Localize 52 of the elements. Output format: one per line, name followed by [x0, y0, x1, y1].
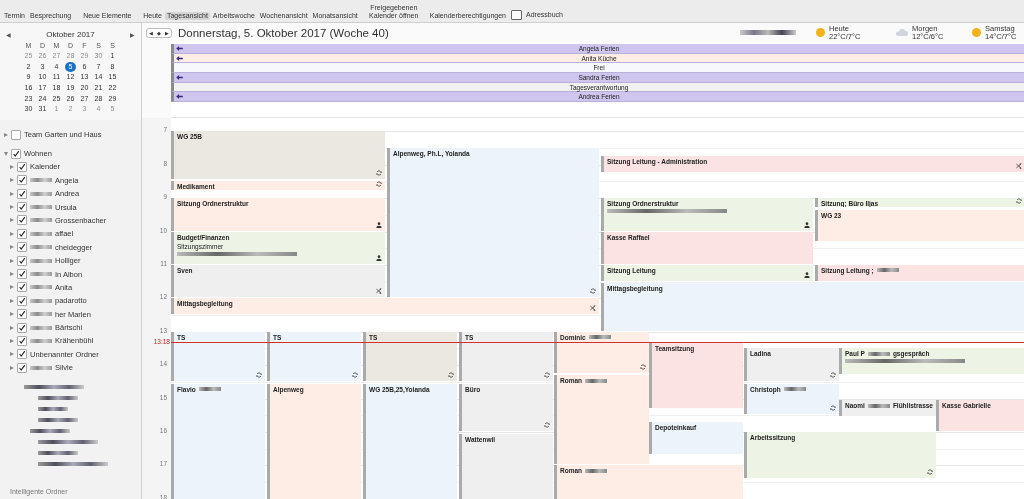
checkbox[interactable]	[17, 349, 27, 360]
crossed-arrows-icon	[376, 288, 382, 295]
redacted-block	[38, 439, 98, 444]
redacted-block	[740, 30, 796, 35]
redacted-block	[30, 428, 70, 433]
redacted-block	[38, 395, 78, 400]
checkbox[interactable]	[17, 202, 27, 213]
checkbox[interactable]	[17, 228, 27, 239]
redacted-block	[38, 406, 68, 411]
recurring-icon	[640, 363, 646, 370]
crossed-arrows-icon	[590, 305, 596, 312]
checkbox[interactable]	[17, 295, 27, 306]
checkbox[interactable]	[17, 269, 27, 279]
checkbox[interactable]	[17, 175, 27, 186]
cloud-icon	[894, 28, 908, 37]
person-icon	[376, 254, 382, 261]
checkbox[interactable]	[17, 188, 27, 199]
checkbox[interactable]	[17, 215, 27, 226]
checkbox[interactable]	[11, 148, 21, 159]
recurring-icon	[544, 421, 550, 428]
recurring-icon	[544, 371, 550, 378]
person-icon	[376, 221, 382, 228]
person-icon	[804, 221, 810, 228]
person-icon	[804, 271, 810, 278]
redacted-block	[38, 461, 108, 466]
date-title: Donnerstag, 5. Oktober 2017 (Woche 40)	[178, 26, 390, 39]
recurring-icon	[927, 468, 933, 475]
recurring-icon	[830, 405, 836, 412]
month-title: Oktober 2017	[46, 29, 95, 39]
recurring-icon	[830, 371, 836, 378]
recurring-icon	[1016, 198, 1022, 205]
checkbox[interactable]	[17, 309, 27, 320]
checkbox[interactable]	[17, 242, 27, 253]
recurring-icon	[352, 371, 358, 378]
checkbox[interactable]	[17, 362, 27, 373]
recurring-icon	[590, 288, 596, 295]
crossed-arrows-icon	[1016, 163, 1022, 170]
recurring-icon	[256, 371, 262, 378]
checkbox[interactable]	[11, 129, 21, 140]
redacted-block	[24, 384, 84, 389]
checkbox[interactable]	[17, 255, 27, 266]
checkbox[interactable]	[17, 161, 27, 172]
recurring-icon	[376, 181, 382, 188]
recurring-icon	[376, 169, 382, 176]
redacted-block	[38, 417, 78, 422]
sun-icon	[972, 28, 981, 37]
checkbox[interactable]	[17, 282, 27, 293]
recurring-icon	[448, 371, 454, 378]
checkbox[interactable]	[17, 335, 27, 346]
redacted-block	[38, 450, 78, 455]
sun-icon	[816, 28, 825, 37]
checkbox[interactable]	[17, 322, 27, 333]
